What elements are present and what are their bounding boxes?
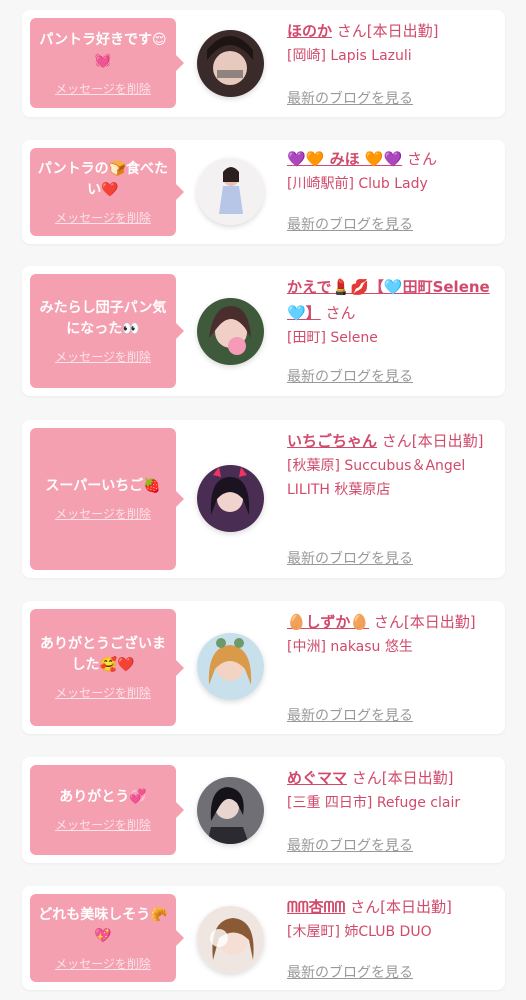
girl-info: ほのか さん[本日出勤] [岡崎] Lapis Lazuli [287,18,497,68]
shop-name: [三重 四日市] Refuge clair [287,795,461,811]
message-text: スーパーいちご🍓 [45,478,161,494]
delete-message-link[interactable]: メッセージを削除 [55,816,151,833]
girl-name-link[interactable]: ᗰᗰ杏ᗰᗰ [287,898,345,916]
name-suffix: さん[本日出勤] [351,769,454,787]
message-bubble: ありがとう💞 メッセージを削除 [30,765,184,855]
latest-blog-link[interactable]: 最新のブログを見る [287,366,413,386]
message-bubble: パントラ好きです😌💓 メッセージを削除 [30,18,184,108]
girl-info: めぐママ さん[本日出勤] [三重 四日市] Refuge clair [287,765,497,815]
latest-blog-link[interactable]: 最新のブログを見る [287,214,413,234]
latest-blog-link[interactable]: 最新のブログを見る [287,548,413,568]
girl-info: 🥚しずか🥚 さん[本日出勤] [中洲] nakasu 悠生 [287,609,497,659]
message-text: どれも美味しそう🥐💖 [38,906,168,944]
girl-info: かえで💄💋【🩵田町Selene🩵】 さん [田町] Selene [287,274,497,350]
avatar[interactable] [197,30,264,97]
avatar[interactable] [197,633,264,700]
message-text: パントラの🍞食べたい❤️ [37,160,169,198]
message-bubble: みたらし団子パン気になった👀 メッセージを削除 [30,274,184,388]
name-suffix: さん[本日出勤] [381,432,484,450]
delete-message-link[interactable]: メッセージを削除 [55,80,151,97]
message-card: スーパーいちご🍓 メッセージを削除 いちごちゃん さん[本日出勤] [秋葉原] … [22,420,505,578]
latest-blog-link[interactable]: 最新のブログを見る [287,835,413,855]
girl-name-link[interactable]: 🥚しずか🥚 [287,613,369,631]
message-card: どれも美味しそう🥐💖 メッセージを削除 ᗰᗰ杏ᗰᗰ さん[本日出勤] [木屋町]… [22,886,505,990]
message-list: パントラ好きです😌💓 メッセージを削除 ほのか さん[本日出勤] [岡崎] La… [0,0,526,1000]
delete-message-link[interactable]: メッセージを削除 [55,505,151,522]
shop-name: [岡崎] Lapis Lazuli [287,48,412,64]
girl-name-link[interactable]: かえで💄💋【🩵田町Selene🩵】 [287,278,490,322]
name-suffix: さん [406,150,437,168]
avatar[interactable] [197,298,264,365]
avatar[interactable] [197,158,264,225]
message-text: パントラ好きです😌💓 [39,31,167,69]
girl-info: 💜🧡 みほ 🧡💜 さん [川崎駅前] Club Lady [287,146,497,196]
message-card: みたらし団子パン気になった👀 メッセージを削除 かえで💄💋【🩵田町Selene🩵… [22,266,505,396]
girl-name-link[interactable]: 💜🧡 みほ 🧡💜 [287,150,402,168]
message-bubble: ありがとうございました🥰❤️ メッセージを削除 [30,609,184,726]
shop-name: [田町] Selene [287,330,378,346]
name-suffix: さん [325,304,356,322]
delete-message-link[interactable]: メッセージを削除 [55,955,151,972]
shop-name: [中洲] nakasu 悠生 [287,639,413,655]
name-suffix: さん[本日出勤] [336,22,439,40]
delete-message-link[interactable]: メッセージを削除 [55,684,151,701]
girl-name-link[interactable]: いちごちゃん [287,432,377,450]
message-bubble: どれも美味しそう🥐💖 メッセージを削除 [30,894,184,982]
message-text: ありがとう💞 [59,789,147,805]
message-card: パントラの🍞食べたい❤️ メッセージを削除 💜🧡 みほ 🧡💜 さん [川崎駅前]… [22,140,505,244]
avatar[interactable] [197,777,264,844]
girl-name-link[interactable]: ほのか [287,22,332,40]
girl-info: いちごちゃん さん[本日出勤] [秋葉原] Succubus＆Angel LIL… [287,428,497,502]
message-card: ありがとう💞 メッセージを削除 めぐママ さん[本日出勤] [三重 四日市] R… [22,757,505,863]
latest-blog-link[interactable]: 最新のブログを見る [287,962,413,982]
shop-name: [木屋町] 姉CLUB DUO [287,924,432,940]
message-text: ありがとうございました🥰❤️ [40,636,166,673]
shop-name: [川崎駅前] Club Lady [287,176,428,192]
delete-message-link[interactable]: メッセージを削除 [55,209,151,226]
shop-name: [秋葉原] Succubus＆Angel LILITH 秋葉原店 [287,458,466,498]
message-card: ありがとうございました🥰❤️ メッセージを削除 🥚しずか🥚 さん[本日出勤] [… [22,601,505,734]
message-bubble: スーパーいちご🍓 メッセージを削除 [30,428,184,570]
message-text: みたらし団子パン気になった👀 [39,299,167,337]
message-bubble: パントラの🍞食べたい❤️ メッセージを削除 [30,148,184,236]
girl-info: ᗰᗰ杏ᗰᗰ さん[本日出勤] [木屋町] 姉CLUB DUO [287,894,497,944]
delete-message-link[interactable]: メッセージを削除 [55,348,151,365]
avatar[interactable] [197,465,264,532]
name-suffix: さん[本日出勤] [373,613,476,631]
latest-blog-link[interactable]: 最新のブログを見る [287,88,413,108]
message-card: パントラ好きです😌💓 メッセージを削除 ほのか さん[本日出勤] [岡崎] La… [22,10,505,117]
avatar[interactable] [197,906,264,973]
latest-blog-link[interactable]: 最新のブログを見る [287,705,413,725]
girl-name-link[interactable]: めぐママ [287,769,347,787]
name-suffix: さん[本日出勤] [350,898,452,916]
